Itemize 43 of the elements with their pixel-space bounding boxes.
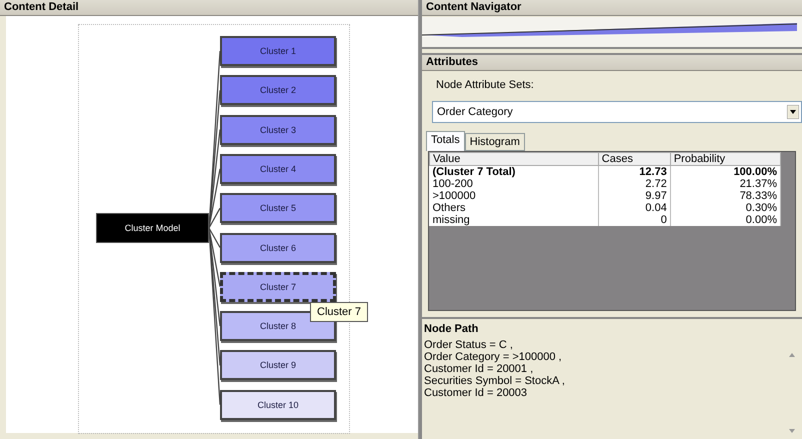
table-cell: 12.73 bbox=[598, 166, 670, 178]
panel-title: Content Navigator bbox=[422, 0, 802, 16]
path-line: Customer Id = 20003 bbox=[424, 387, 528, 399]
cluster-node[interactable]: Cluster 9 bbox=[220, 350, 336, 380]
table-cell: >100000 bbox=[430, 190, 598, 202]
panel-title: Attributes bbox=[422, 55, 802, 71]
table-cell: Others bbox=[430, 202, 598, 214]
path-line: Order Category = >100000 , bbox=[424, 351, 563, 363]
cluster-node[interactable]: Cluster 6 bbox=[220, 232, 336, 262]
cluster-node[interactable]: Cluster 2 bbox=[220, 75, 336, 106]
column-header[interactable]: Probability bbox=[670, 152, 780, 166]
cluster-node[interactable]: Cluster 7 bbox=[220, 272, 336, 302]
table-cell: 78.33% bbox=[670, 190, 780, 202]
panel-title: Node Path bbox=[424, 323, 480, 335]
field-label: Node Attribute Sets: bbox=[435, 78, 535, 91]
cluster-node[interactable]: Cluster 1 bbox=[220, 36, 336, 66]
table-cell: 0.04 bbox=[598, 202, 670, 214]
tab[interactable]: Histogram bbox=[464, 133, 525, 151]
table-cell: 21.37% bbox=[670, 178, 780, 190]
table-cell: 100.00% bbox=[670, 166, 780, 178]
dropdown[interactable]: Order Category bbox=[432, 101, 802, 123]
cluster-node[interactable]: Cluster 5 bbox=[220, 193, 336, 224]
panel-title: Content Detail bbox=[0, 0, 418, 16]
path-line: Customer Id = 20001 , bbox=[424, 363, 534, 375]
table-cell: 0 bbox=[598, 214, 670, 226]
dropdown-arrow-icon bbox=[787, 105, 799, 119]
tab[interactable]: Totals bbox=[426, 131, 465, 151]
model-node[interactable]: Cluster Model bbox=[96, 213, 209, 243]
cluster-node[interactable]: Cluster 3 bbox=[220, 114, 336, 145]
path-line: Securities Symbol = StockA , bbox=[424, 375, 566, 387]
table-cell: 100-200 bbox=[430, 178, 598, 190]
path-line: Order Status = C , bbox=[424, 339, 514, 351]
table-cell: 0.00% bbox=[670, 214, 780, 226]
tooltip: Cluster 7 bbox=[310, 302, 368, 322]
cluster-node[interactable]: Cluster 10 bbox=[220, 390, 336, 420]
table-cell: 9.97 bbox=[598, 190, 670, 202]
column-header[interactable]: Value bbox=[430, 152, 598, 166]
column-header[interactable]: Cases bbox=[598, 152, 670, 166]
table-cell: 0.30% bbox=[670, 202, 780, 214]
table-cell: 2.72 bbox=[598, 178, 670, 190]
cluster-node[interactable]: Cluster 4 bbox=[220, 154, 336, 184]
table-cell: (Cluster 7 Total) bbox=[430, 166, 598, 178]
table-cell: missing bbox=[430, 214, 598, 226]
